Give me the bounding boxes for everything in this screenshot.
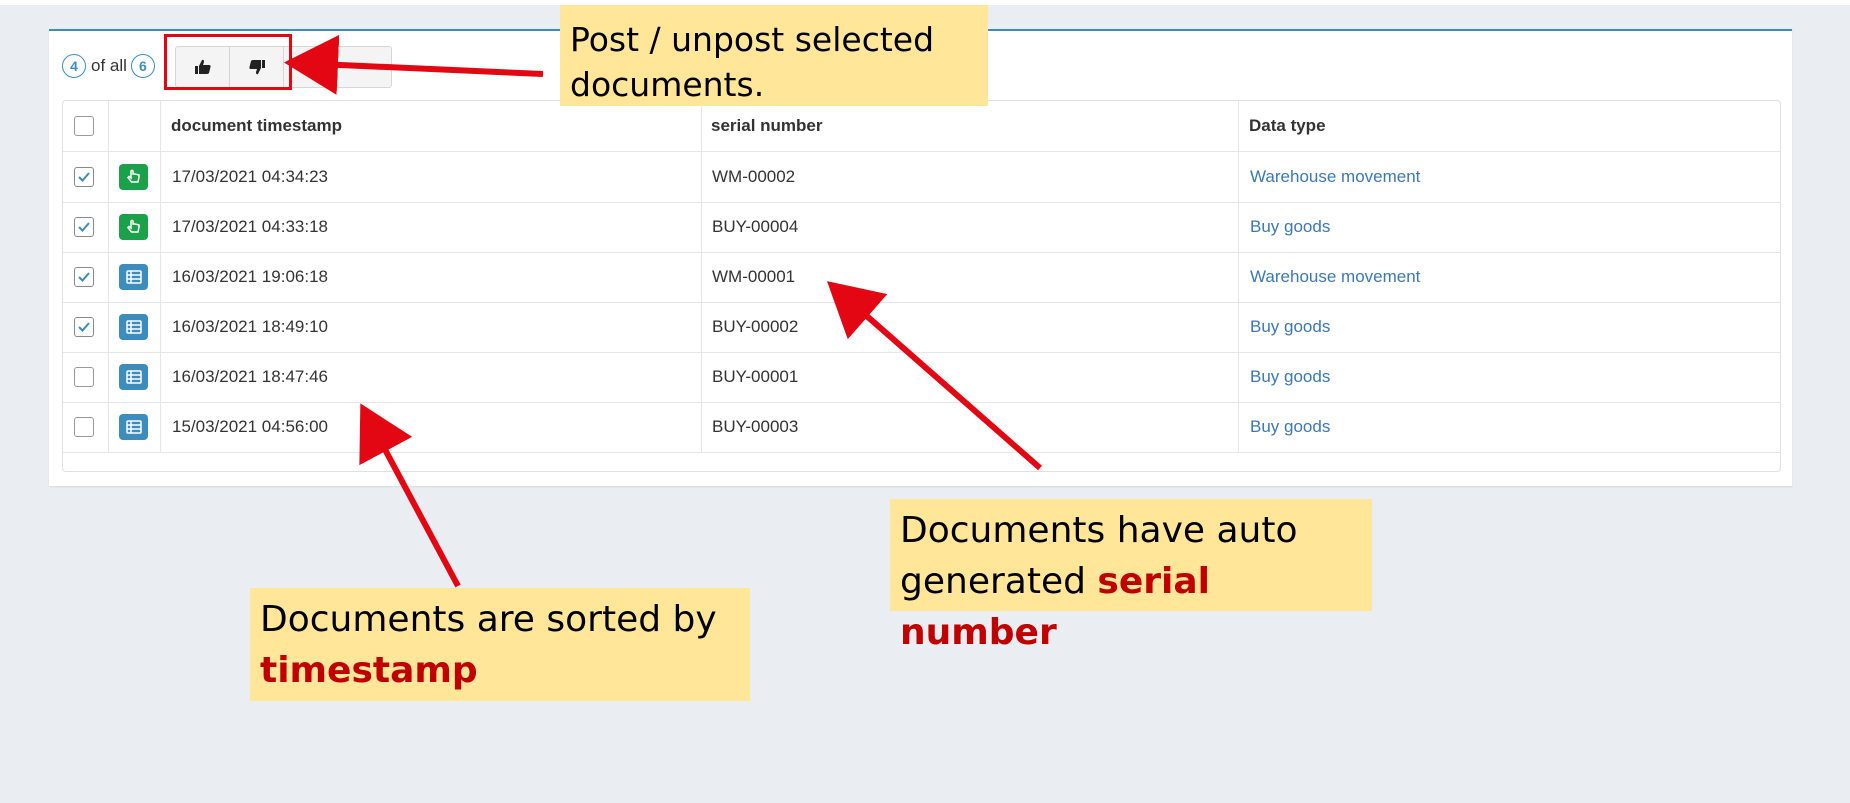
document-list-icon[interactable] <box>119 414 148 440</box>
posted-document-icon[interactable] <box>119 214 148 240</box>
row-checkbox[interactable] <box>74 167 94 187</box>
serial-number-cell: BUY-00002 <box>712 317 799 336</box>
timestamp-cell: 16/03/2021 19:06:18 <box>172 267 328 286</box>
of-all-label: of all <box>91 56 127 75</box>
data-type-link[interactable]: Buy goods <box>1250 402 1330 452</box>
header-document-timestamp[interactable]: document timestamp <box>171 101 342 151</box>
selection-summary: 4 of all 6 <box>62 45 155 87</box>
callout-text: documents. <box>570 65 765 104</box>
timestamp-cell: 17/03/2021 04:33:18 <box>172 217 328 236</box>
total-count-badge: 6 <box>130 54 155 78</box>
timestamp-cell: 16/03/2021 18:49:10 <box>172 317 328 336</box>
callout-text: Documents are sorted by <box>260 599 717 640</box>
row-checkbox[interactable] <box>74 217 94 237</box>
highlight-text: timestamp <box>260 650 478 691</box>
table-row[interactable]: 16/03/2021 19:06:18 WM-00001 Warehouse mov… <box>63 252 1780 303</box>
header-serial-number[interactable]: serial number <box>711 101 823 151</box>
serial-number-cell: BUY-00004 <box>712 217 799 236</box>
callout-text: Post / unpost selected <box>570 20 935 59</box>
row-checkbox[interactable] <box>74 367 94 387</box>
serial-number-callout: Documents have auto generated serial num… <box>890 499 1372 653</box>
documents-table: document timestamp serial number Data ty… <box>62 100 1781 472</box>
post-buttons-highlight-frame <box>164 34 292 90</box>
timestamp-cell: 16/03/2021 18:47:46 <box>172 367 328 386</box>
table-row[interactable]: 17/03/2021 04:34:23 WM-00002 Warehouse mov… <box>63 152 1780 203</box>
row-checkbox[interactable] <box>74 317 94 337</box>
data-type-link[interactable]: Warehouse movement <box>1250 152 1420 202</box>
selected-count-badge: 4 <box>62 54 86 78</box>
row-checkbox[interactable] <box>74 267 94 287</box>
posted-document-icon[interactable] <box>119 164 148 190</box>
timestamp-cell: 15/03/2021 04:56:00 <box>172 417 328 436</box>
document-list-icon[interactable] <box>119 264 148 290</box>
callout-text: generated serial number <box>900 561 1210 653</box>
sorted-by-timestamp-callout: Documents are sorted by timestamp <box>250 588 750 701</box>
table-header: document timestamp serial number Data ty… <box>63 101 1780 152</box>
select-all-checkbox[interactable] <box>74 116 94 136</box>
serial-number-cell: WM-00002 <box>712 167 796 186</box>
data-type-link[interactable]: Buy goods <box>1250 352 1330 402</box>
menu-button[interactable] <box>284 47 338 87</box>
callout-text: Documents have auto <box>900 510 1298 551</box>
table-row[interactable]: 15/03/2021 04:56:00 BUY-00003 Buy goods <box>63 402 1780 453</box>
menu-icon <box>304 62 317 72</box>
table-row[interactable]: 17/03/2021 04:33:18 BUY-00004 Buy goods <box>63 202 1780 253</box>
data-type-link[interactable]: Buy goods <box>1250 302 1330 352</box>
serial-number-cell: WM-00001 <box>712 267 796 286</box>
data-type-link[interactable]: Buy goods <box>1250 202 1330 252</box>
timestamp-cell: 17/03/2021 04:34:23 <box>172 167 328 186</box>
post-unpost-callout: Post / unpost selected documents. <box>560 5 988 106</box>
table-row[interactable]: 16/03/2021 18:47:46 BUY-00001 Buy goods <box>63 352 1780 403</box>
document-list-icon[interactable] <box>119 364 148 390</box>
document-list-icon[interactable] <box>119 314 148 340</box>
row-checkbox[interactable] <box>74 417 94 437</box>
table-row[interactable]: 16/03/2021 18:49:10 BUY-00002 Buy goods <box>63 302 1780 353</box>
header-data-type[interactable]: Data type <box>1249 101 1326 151</box>
more-icon <box>358 65 371 69</box>
serial-number-cell: BUY-00001 <box>712 367 799 386</box>
more-button[interactable] <box>338 47 391 87</box>
serial-number-cell: BUY-00003 <box>712 417 799 436</box>
data-type-link[interactable]: Warehouse movement <box>1250 252 1420 302</box>
